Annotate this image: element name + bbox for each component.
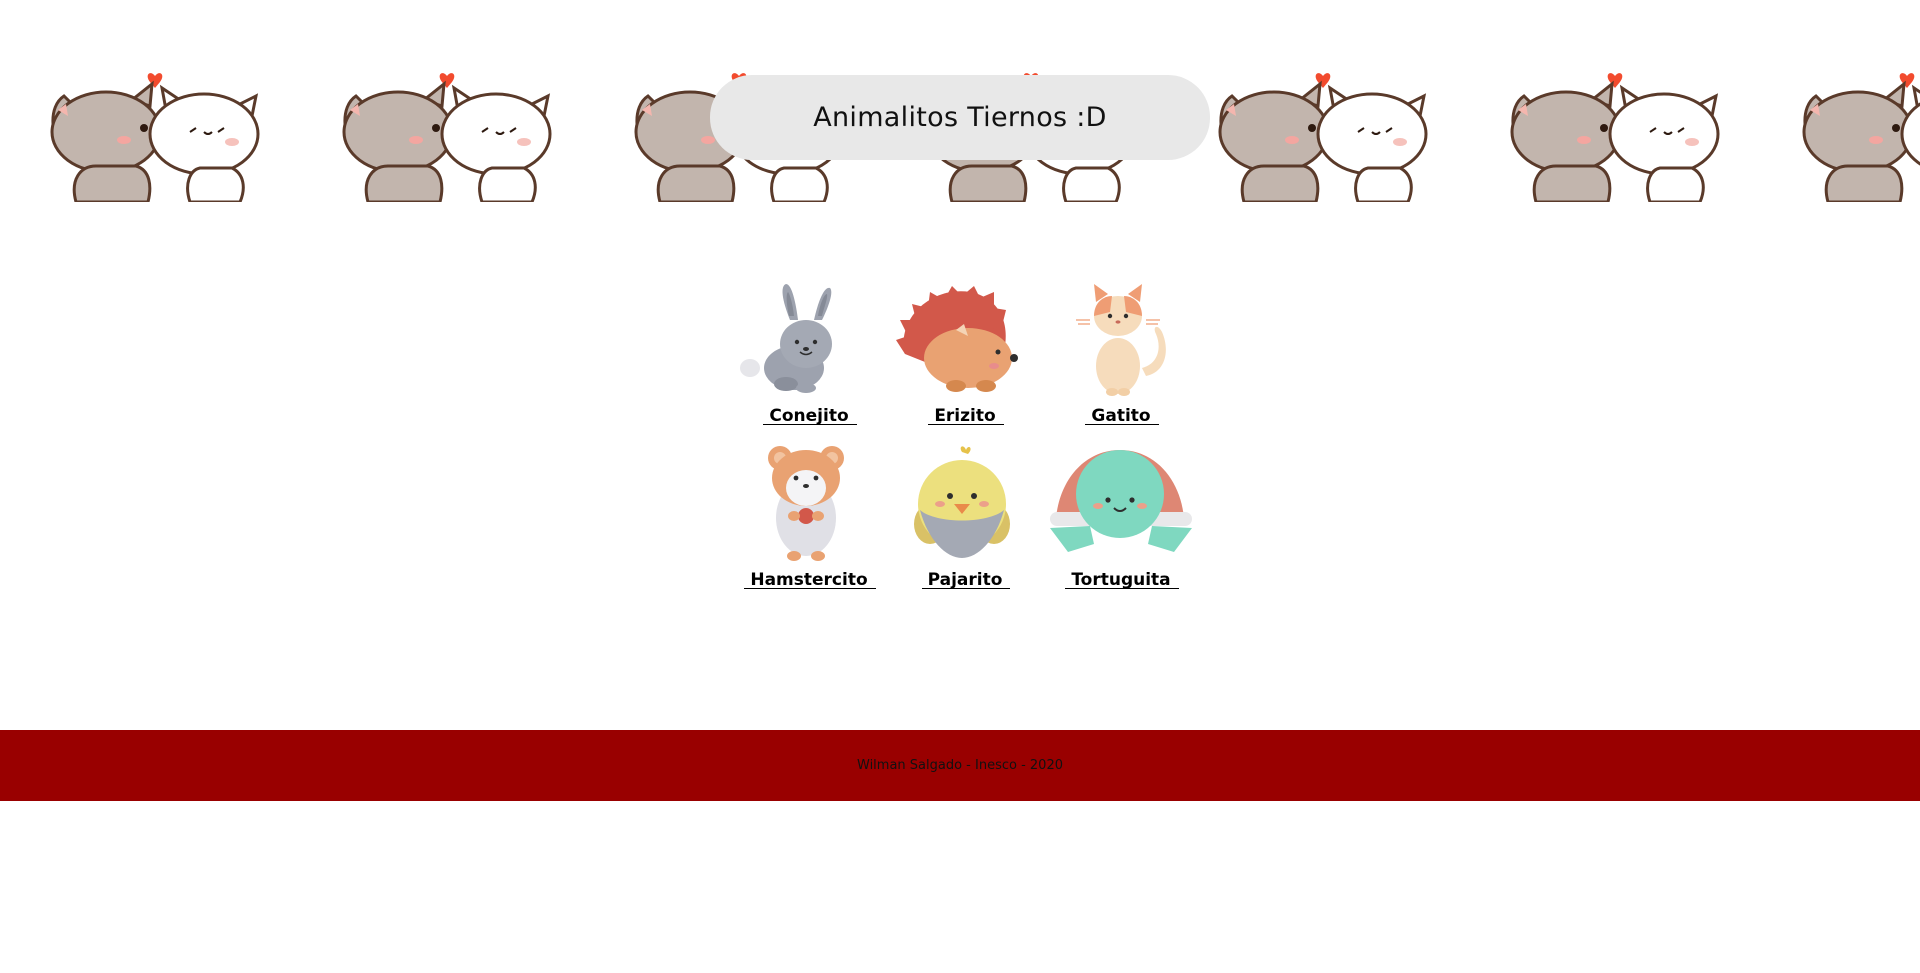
header-banner: Animalitos Tiernos :D (0, 0, 1920, 202)
animal-card-conejito[interactable]: Conejito (731, 280, 887, 426)
animal-grid: Conejito Erizito Gatito Hamstercito Paja… (731, 280, 1199, 590)
kissing-cats-tile (1792, 70, 1920, 202)
animal-card-gatito[interactable]: Gatito (1043, 280, 1199, 426)
cat-icon (1076, 284, 1166, 396)
kissing-cats-tile (1500, 70, 1720, 202)
page-title: Animalitos Tiernos :D (813, 102, 1107, 133)
rabbit-icon (740, 284, 832, 393)
bird-icon (914, 446, 1010, 558)
animal-name: Tortuguita (1065, 570, 1180, 590)
animal-name: Conejito (763, 406, 857, 426)
animal-card-erizito[interactable]: Erizito (887, 280, 1043, 426)
turtle-icon (1050, 450, 1192, 552)
animal-card-tortuguita[interactable]: Tortuguita (1043, 444, 1199, 590)
animal-name: Pajarito (921, 570, 1011, 590)
animal-card-hamstercito[interactable]: Hamstercito (731, 444, 887, 590)
hedgehog-icon (896, 286, 1018, 392)
animal-card-pajarito[interactable]: Pajarito (887, 444, 1043, 590)
animal-name: Gatito (1085, 406, 1159, 426)
footer-credit: Wilman Salgado - Inesco - 2020 (857, 758, 1063, 773)
footer: Wilman Salgado - Inesco - 2020 (0, 730, 1920, 801)
animal-name: Erizito (928, 406, 1005, 426)
animal-name: Hamstercito (744, 570, 876, 590)
hamster-icon (768, 446, 844, 561)
title-pill: Animalitos Tiernos :D (710, 75, 1210, 160)
kissing-cats-tile (40, 70, 260, 202)
kissing-cats-tile (1208, 70, 1428, 202)
kissing-cats-tile (332, 70, 552, 202)
